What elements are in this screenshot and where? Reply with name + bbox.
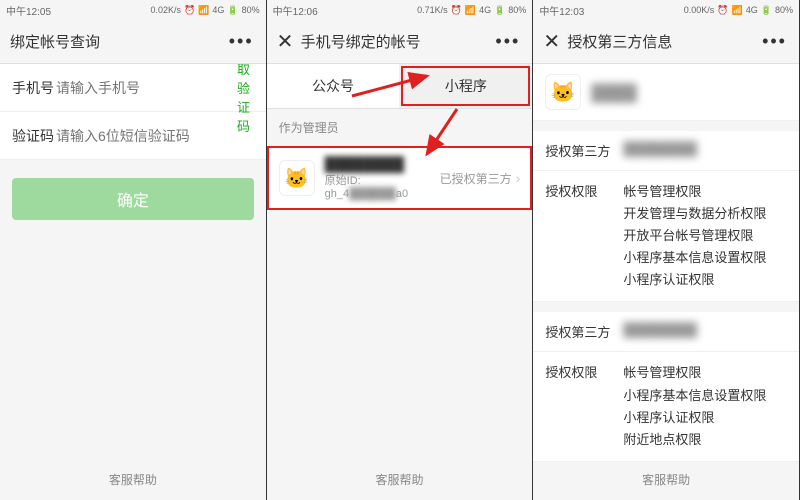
app-original-id: 原始ID: gh_4██████a0 — [325, 172, 440, 200]
confirm-button[interactable]: 确定 — [12, 178, 254, 220]
perm-list: 帐号管理权限 开发管理与数据分析权限 开放平台帐号管理权限 小程序基本信息设置权… — [623, 181, 787, 291]
more-button[interactable]: ••• — [495, 31, 520, 52]
status-right: 0.71K/s ⏰ 📶 4G 🔋 80% — [417, 5, 526, 16]
content: 手机号 获取验证码 验证码 确定 — [0, 64, 266, 500]
section-admin: 作为管理员 — [267, 109, 533, 146]
app-name: ████████ — [325, 156, 440, 172]
app-info: ████████ 原始ID: gh_4██████a0 — [325, 156, 440, 200]
app-auth-status: 已授权第三方 — [440, 170, 512, 187]
header: ✕ 手机号绑定的帐号 ••• — [267, 20, 533, 64]
code-row: 验证码 — [0, 112, 266, 160]
perm-item: 帐号管理权限 — [623, 362, 787, 384]
status-time: 中午12:05 — [6, 3, 51, 18]
perm-item: 附近地点权限 — [623, 429, 787, 451]
more-button[interactable]: ••• — [229, 31, 254, 52]
alarm-icon: ⏰ — [451, 5, 462, 16]
battery-icon: 🔋 — [761, 5, 772, 16]
content: 🐱 ████ 授权第三方 ████████ 授权权限 帐号管理权限 开发管理与数… — [533, 64, 799, 500]
auth-party-row: 授权第三方 ████████ — [533, 312, 799, 352]
auth-perm-label: 授权权限 — [545, 181, 623, 291]
content: 公众号 小程序 作为管理员 🐱 ████████ 原始ID: gh_4█████… — [267, 64, 533, 500]
close-button[interactable]: ✕ — [543, 29, 567, 54]
tab-miniprogram[interactable]: 小程序 — [399, 64, 532, 108]
auth-perm-row: 授权权限 帐号管理权限 小程序基本信息设置权限 小程序认证权限 附近地点权限 — [533, 352, 799, 461]
phone-label: 手机号 — [12, 78, 56, 98]
alarm-icon: ⏰ — [717, 5, 728, 16]
app-row[interactable]: 🐱 ████████ 原始ID: gh_4██████a0 已授权第三方 › — [267, 146, 533, 210]
perm-item: 小程序基本信息设置权限 — [623, 247, 787, 269]
code-label: 验证码 — [12, 126, 56, 146]
status-bar: 中午12:05 0.02K/s ⏰ 📶 4G 🔋 80% — [0, 0, 266, 20]
tab-official-account[interactable]: 公众号 — [267, 64, 400, 108]
get-code-button[interactable]: 获取验证码 — [237, 64, 254, 135]
more-button[interactable]: ••• — [762, 31, 787, 52]
perm-list: 帐号管理权限 小程序基本信息设置权限 小程序认证权限 附近地点权限 — [623, 362, 787, 450]
status-right: 0.00K/s ⏰ 📶 4G 🔋 80% — [684, 5, 793, 16]
battery-icon: 🔋 — [494, 5, 505, 16]
phone-input[interactable] — [56, 80, 237, 96]
phone-row: 手机号 获取验证码 — [0, 64, 266, 112]
status-time: 中午12:06 — [273, 3, 318, 18]
auth-party-value: ████████ — [623, 322, 787, 341]
auth-party-row: 授权第三方 ████████ — [533, 131, 799, 171]
battery-icon: 🔋 — [227, 5, 238, 16]
auth-party-label: 授权第三方 — [545, 322, 623, 341]
footer-help-link[interactable]: 客服帮助 — [0, 471, 266, 488]
app-header-row: 🐱 ████ — [533, 64, 799, 121]
page-title: 手机号绑定的帐号 — [301, 31, 421, 52]
perm-item: 开发管理与数据分析权限 — [623, 203, 787, 225]
auth-party-value: ████████ — [623, 141, 787, 160]
status-right: 0.02K/s ⏰ 📶 4G 🔋 80% — [150, 5, 259, 16]
code-input[interactable] — [56, 128, 254, 144]
status-bar: 中午12:03 0.00K/s ⏰ 📶 4G 🔋 80% — [533, 0, 799, 20]
footer-help-link[interactable]: 客服帮助 — [533, 471, 799, 488]
signal-icon: 📶 — [732, 5, 743, 16]
perm-item: 小程序认证权限 — [623, 269, 787, 291]
auth-perm-row: 授权权限 帐号管理权限 开发管理与数据分析权限 开放平台帐号管理权限 小程序基本… — [533, 171, 799, 302]
page-title: 绑定帐号查询 — [10, 31, 100, 52]
perm-item: 小程序认证权限 — [623, 407, 787, 429]
auth-party-label: 授权第三方 — [545, 141, 623, 160]
screen-bound-accounts: 中午12:06 0.71K/s ⏰ 📶 4G 🔋 80% ✕ 手机号绑定的帐号 … — [267, 0, 534, 500]
header: 绑定帐号查询 ••• — [0, 20, 266, 64]
close-button[interactable]: ✕ — [277, 29, 301, 54]
status-bar: 中午12:06 0.71K/s ⏰ 📶 4G 🔋 80% — [267, 0, 533, 20]
chevron-right-icon: › — [516, 170, 521, 186]
perm-item: 开放平台帐号管理权限 — [623, 225, 787, 247]
status-time: 中午12:03 — [539, 3, 584, 18]
perm-item: 帐号管理权限 — [623, 181, 787, 203]
screen-bind-account: 中午12:05 0.02K/s ⏰ 📶 4G 🔋 80% 绑定帐号查询 ••• … — [0, 0, 267, 500]
header: ✕ 授权第三方信息 ••• — [533, 20, 799, 64]
auth-perm-label: 授权权限 — [545, 362, 623, 450]
page-title: 授权第三方信息 — [567, 31, 672, 52]
app-avatar-icon: 🐱 — [545, 74, 581, 110]
screen-auth-info: 中午12:03 0.00K/s ⏰ 📶 4G 🔋 80% ✕ 授权第三方信息 •… — [533, 0, 800, 500]
app-avatar-icon: 🐱 — [279, 160, 315, 196]
perm-item: 小程序基本信息设置权限 — [623, 385, 787, 407]
signal-icon: 📶 — [198, 5, 209, 16]
alarm-icon: ⏰ — [184, 5, 195, 16]
signal-icon: 📶 — [465, 5, 476, 16]
footer-help-link[interactable]: 客服帮助 — [267, 471, 533, 488]
tabs: 公众号 小程序 — [267, 64, 533, 109]
app-name: ████ — [591, 85, 691, 99]
